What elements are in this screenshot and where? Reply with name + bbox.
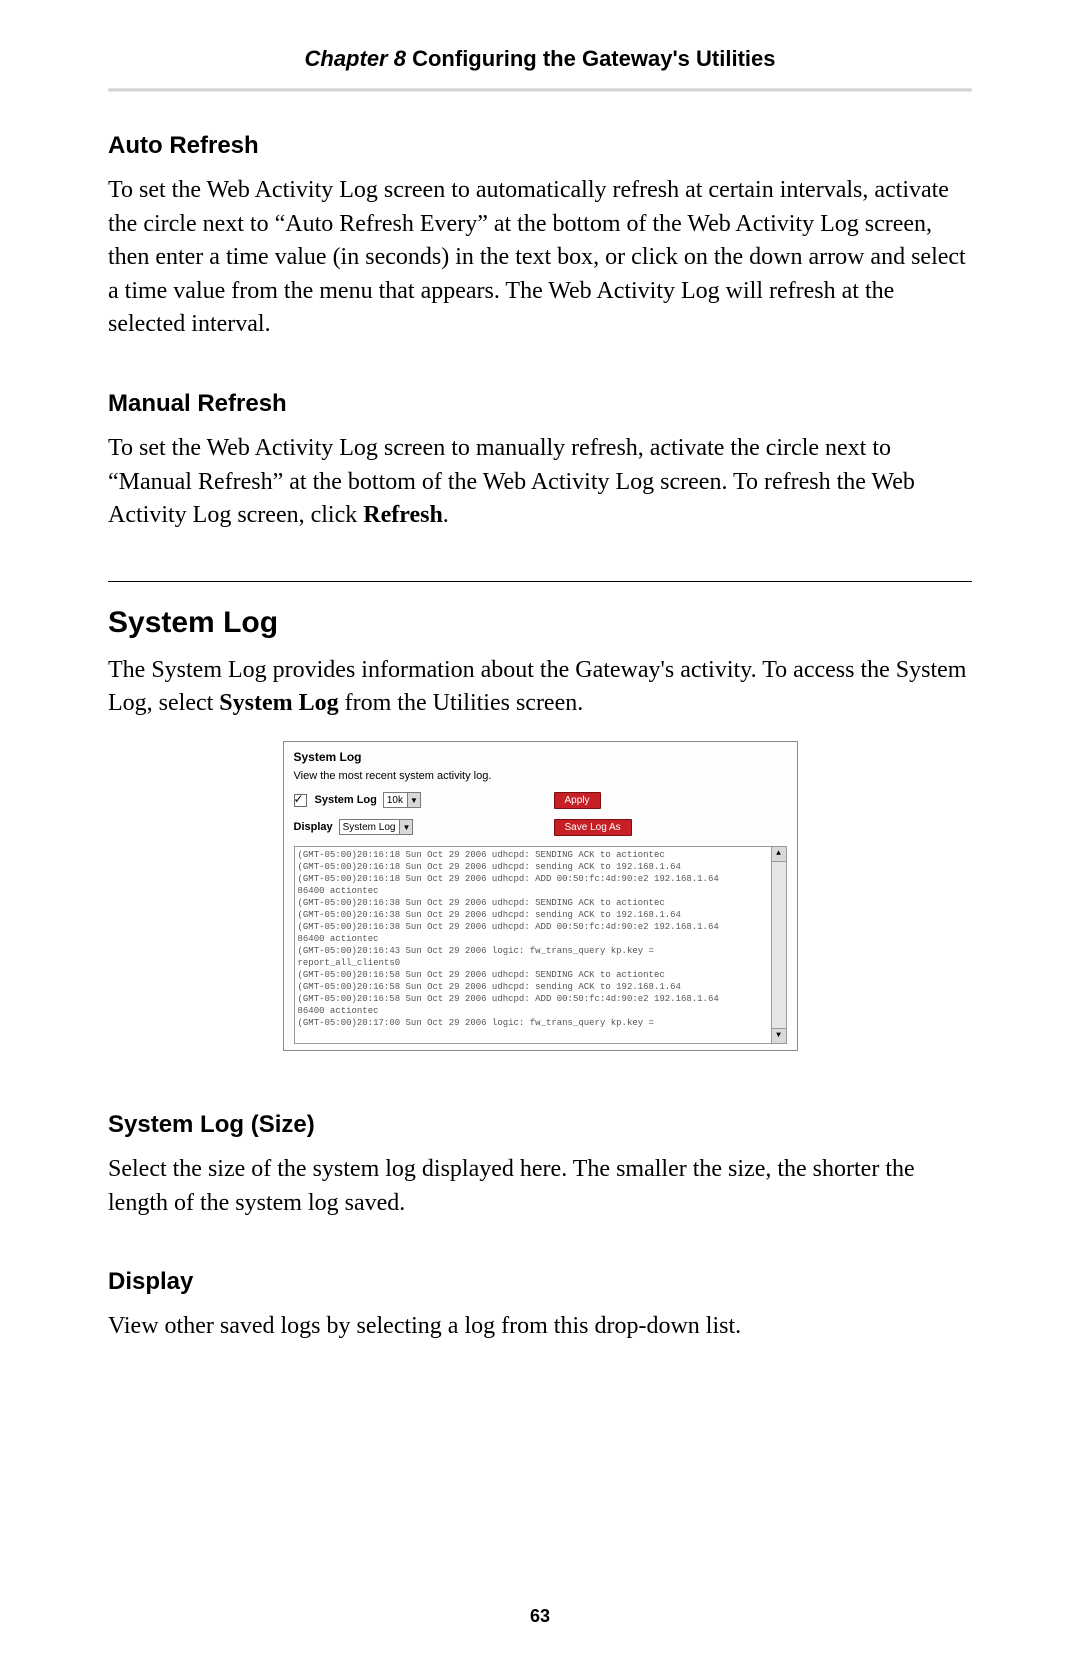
text-system-log-suffix: from the Utilities screen. [339,690,584,716]
section-divider [108,581,972,582]
chapter-label: Chapter 8 [305,46,406,71]
paragraph-system-log: The System Log provides information abou… [108,654,972,721]
display-select[interactable]: System Log ▼ [339,819,414,835]
screenshot-row-size: System Log 10k ▼ Apply [294,792,787,809]
heading-system-log: System Log [108,606,972,640]
body-content: Auto Refresh To set the Web Activity Log… [108,92,972,1344]
scroll-up-icon[interactable]: ▲ [772,847,786,862]
paragraph-manual-refresh: To set the Web Activity Log screen to ma… [108,432,972,533]
system-log-size-select[interactable]: 10k ▼ [383,792,421,808]
screenshot-row-display: Display System Log ▼ Save Log As [294,819,787,836]
page: Chapter 8 Configuring the Gateway's Util… [0,0,1080,1667]
chapter-title: Configuring the Gateway's Utilities [406,46,776,71]
heading-auto-refresh: Auto Refresh [108,132,972,160]
save-log-as-button[interactable]: Save Log As [554,819,632,836]
scrollbar[interactable]: ▲ ▼ [771,847,786,1043]
system-log-label: System Log [315,794,377,806]
display-label: Display [294,821,333,833]
chevron-down-icon: ▼ [399,820,412,834]
screenshot-title: System Log [294,750,787,764]
paragraph-display: View other saved logs by selecting a log… [108,1310,972,1344]
chevron-down-icon: ▼ [407,793,420,807]
scroll-down-icon[interactable]: ▼ [772,1028,786,1043]
heading-system-log-size: System Log (Size) [108,1111,972,1139]
heading-manual-refresh: Manual Refresh [108,390,972,418]
chapter-header: Chapter 8 Configuring the Gateway's Util… [108,46,972,82]
text-manual-refresh-suffix: . [443,502,449,528]
apply-button[interactable]: Apply [554,792,601,809]
heading-display: Display [108,1268,972,1296]
log-text-content: (GMT-05:00)20:16:18 Sun Oct 29 2006 udhc… [295,847,786,1031]
display-select-value: System Log [343,822,396,833]
screenshot-subtitle: View the most recent system activity log… [294,770,787,782]
system-log-checkbox[interactable] [294,794,307,807]
log-textarea[interactable]: (GMT-05:00)20:16:18 Sun Oct 29 2006 udhc… [294,846,787,1044]
system-log-screenshot: System Log View the most recent system a… [283,741,798,1051]
system-log-size-value: 10k [387,795,403,806]
paragraph-auto-refresh: To set the Web Activity Log screen to au… [108,174,972,342]
page-number: 63 [0,1606,1080,1627]
text-manual-refresh-bold: Refresh [363,502,443,528]
text-manual-refresh-prefix: To set the Web Activity Log screen to ma… [108,435,915,528]
paragraph-system-log-size: Select the size of the system log displa… [108,1153,972,1220]
text-system-log-bold: System Log [219,690,338,716]
